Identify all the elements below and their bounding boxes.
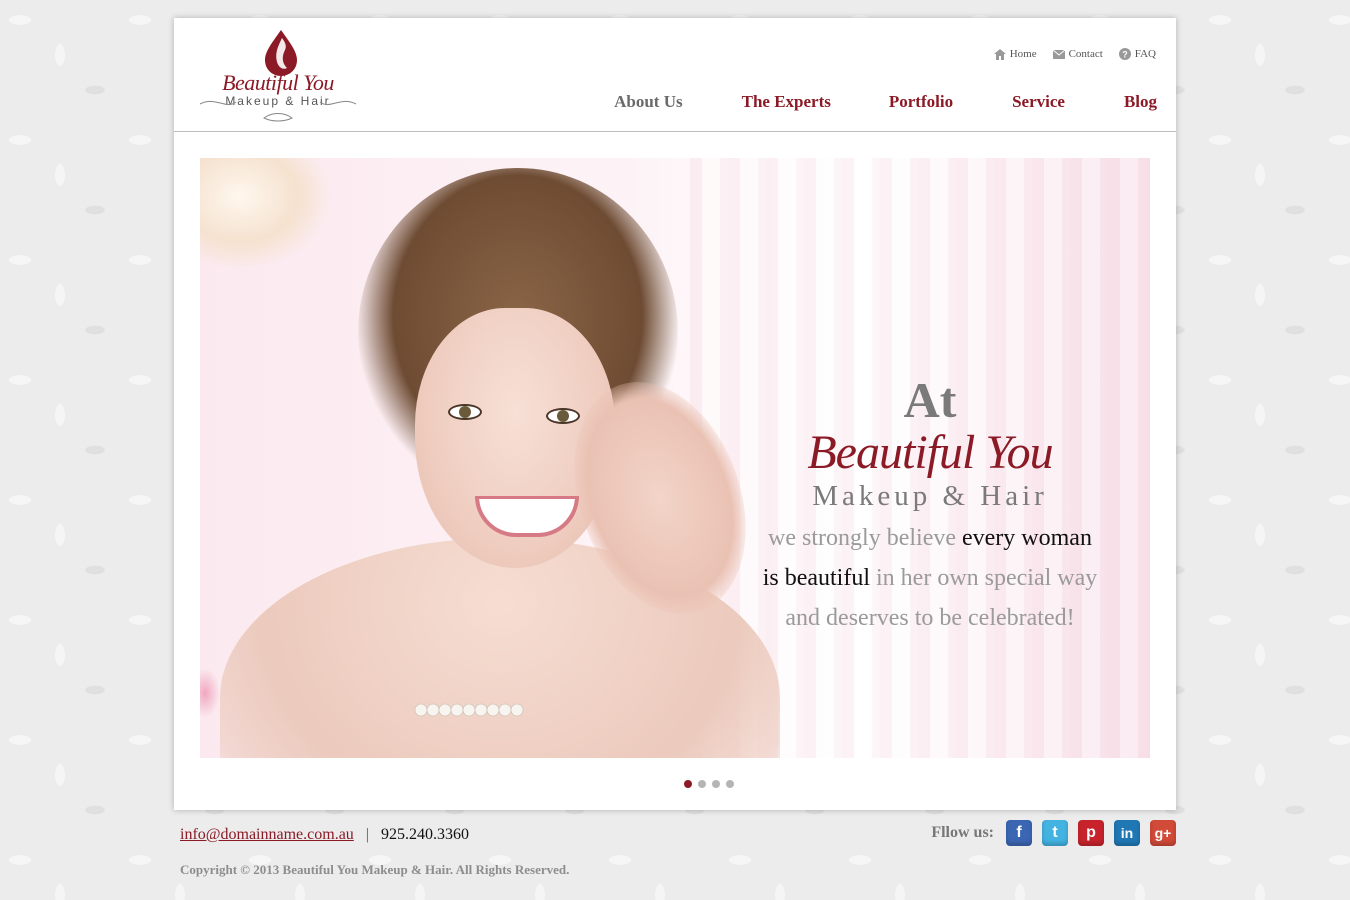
hero-brand: Beautiful You — [807, 426, 1053, 479]
site-logo[interactable]: Beautiful You Makeup & Hair — [190, 28, 366, 126]
model-eye-right — [546, 408, 580, 424]
slider-dot-1[interactable] — [684, 780, 692, 788]
footer-phone: 925.240.3360 — [381, 826, 469, 843]
page-card: Beautiful You Makeup & Hair Home Contact… — [174, 18, 1176, 810]
util-contact-label: Contact — [1068, 48, 1103, 60]
hero-subtitle: Makeup & Hair — [812, 480, 1048, 512]
util-home-label: Home — [1009, 48, 1037, 60]
util-faq-link[interactable]: ? FAQ — [1118, 48, 1156, 60]
nav-item-portfolio[interactable]: Portfolio — [889, 92, 953, 112]
util-contact-link[interactable]: Contact — [1052, 48, 1103, 60]
facebook-icon[interactable]: f — [1006, 820, 1032, 846]
hero-message: we strongly believe every woman is beaut… — [720, 518, 1140, 638]
hero-banner: At Beautiful You Makeup & Hair we strong… — [200, 158, 1150, 758]
main-nav: About Us The Experts Portfolio Service B… — [614, 92, 1157, 112]
envelope-icon — [1052, 49, 1065, 59]
footer-separator: | — [365, 826, 369, 843]
utility-nav: Home Contact ? FAQ — [993, 48, 1156, 60]
hero-line1-b: every woman — [962, 525, 1092, 551]
footer-contact: info@domainname.com.au | 925.240.3360 — [180, 826, 469, 844]
logo-ornament-icon — [199, 100, 357, 122]
hero-tagline: At Beautiful You Makeup & Hair we strong… — [720, 372, 1140, 638]
hero-line2-a: is beautiful — [762, 565, 871, 591]
hero-line2-b: in her own special way — [870, 565, 1098, 591]
hero-line1-a: we strongly believe — [768, 525, 962, 551]
nav-item-service[interactable]: Service — [1012, 92, 1065, 112]
hero-at: At — [903, 372, 957, 428]
slider-dot-4[interactable] — [726, 780, 734, 788]
hero-line3: and deserves to be celebrated! — [785, 605, 1075, 631]
follow-label: Fllow us: — [931, 824, 994, 841]
util-home-link[interactable]: Home — [993, 48, 1037, 60]
pearl-bracelet-icon — [414, 703, 524, 717]
home-icon — [993, 48, 1006, 60]
header-divider — [174, 131, 1176, 132]
slider-dot-2[interactable] — [698, 780, 706, 788]
slider-pagination — [684, 780, 734, 788]
util-faq-label: FAQ — [1134, 48, 1156, 60]
model-eye-left — [448, 404, 482, 420]
question-icon: ? — [1118, 48, 1131, 60]
flower-decoration — [200, 158, 330, 268]
svg-text:?: ? — [1122, 50, 1128, 60]
nav-item-blog[interactable]: Blog — [1124, 92, 1157, 112]
copyright-text: Copyright © 2013 Beautiful You Makeup & … — [180, 862, 570, 877]
googleplus-icon[interactable]: g+ — [1150, 820, 1176, 846]
twitter-icon[interactable]: t — [1042, 820, 1068, 846]
social-follow: Fllow us: f t p in g+ — [931, 820, 1176, 846]
flower-decoration-small — [200, 668, 220, 718]
linkedin-icon[interactable]: in — [1114, 820, 1140, 846]
slider-dot-3[interactable] — [712, 780, 720, 788]
footer-email-link[interactable]: info@domainname.com.au — [180, 826, 354, 844]
nav-item-the-experts[interactable]: The Experts — [742, 92, 831, 112]
nav-item-about-us[interactable]: About Us — [614, 92, 683, 112]
pinterest-icon[interactable]: p — [1078, 820, 1104, 846]
